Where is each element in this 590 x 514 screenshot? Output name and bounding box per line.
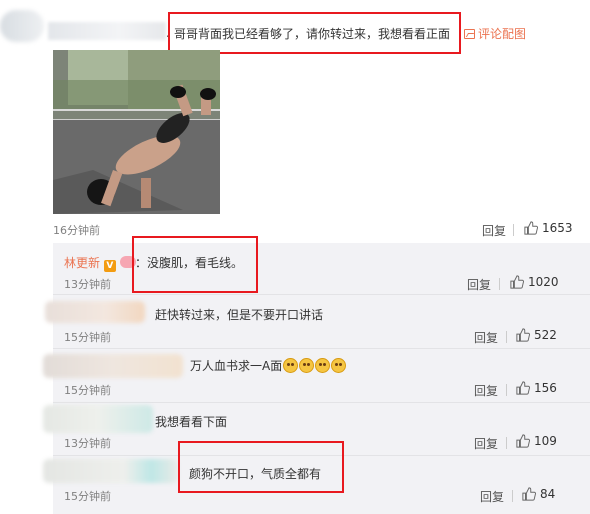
avatar[interactable] <box>0 10 44 42</box>
reply-text: 赶快转过来，但是不要开口讲话 <box>155 308 324 322</box>
divider <box>512 490 513 502</box>
like-button[interactable]: 522 <box>516 328 557 342</box>
reply-text: 万人血书求一A面 <box>190 357 347 374</box>
reply-text-label: 万人血书求一A面 <box>190 359 283 373</box>
divider <box>499 278 500 290</box>
thumbs-up-icon <box>516 328 530 342</box>
reply-time: 15分钟前 <box>64 490 111 503</box>
like-count: 84 <box>540 487 556 501</box>
reply-button[interactable]: 回复 <box>474 382 498 399</box>
main-like-button[interactable]: 1653 <box>524 221 573 235</box>
reply-button[interactable]: 回复 <box>474 435 498 452</box>
reply-time: 15分钟前 <box>64 384 111 397</box>
avatar[interactable] <box>43 459 178 483</box>
reply-text: 我想看看下面 <box>155 415 228 429</box>
like-button[interactable]: 84 <box>522 487 555 501</box>
like-button[interactable]: 1020 <box>510 275 559 289</box>
reply-time: 13分钟前 <box>64 278 111 291</box>
cat-emoji-icon <box>283 358 299 373</box>
highlight-box-main <box>168 12 461 54</box>
like-count: 1020 <box>528 275 559 289</box>
reply-button[interactable]: 回复 <box>467 276 491 293</box>
image-icon <box>464 29 475 39</box>
thumbs-up-icon <box>510 275 524 289</box>
like-count: 156 <box>534 381 557 395</box>
thumbs-up-icon <box>524 221 538 235</box>
highlight-box-reply-5 <box>178 441 344 493</box>
reply-button[interactable]: 回复 <box>474 329 498 346</box>
avatar[interactable] <box>43 354 183 378</box>
comment-picture-label: 评论配图 <box>478 27 527 41</box>
commenter-name-blurred[interactable] <box>48 22 166 40</box>
divider <box>506 331 507 343</box>
main-comment-time: 16分钟前 <box>53 224 100 237</box>
avatar[interactable] <box>45 301 145 323</box>
reply-time: 13分钟前 <box>64 437 111 450</box>
divider <box>53 294 590 295</box>
reply-time: 15分钟前 <box>64 331 111 344</box>
divider <box>506 384 507 396</box>
comment-photo[interactable] <box>53 50 220 214</box>
reply-user-label: 林更新 <box>64 256 101 270</box>
like-button[interactable]: 109 <box>516 434 557 448</box>
main-like-count: 1653 <box>542 221 573 235</box>
like-button[interactable]: 156 <box>516 381 557 395</box>
cat-emoji-icon <box>299 358 315 373</box>
divider <box>506 437 507 449</box>
thumbs-up-icon <box>522 487 536 501</box>
reply-button[interactable]: 回复 <box>480 488 504 505</box>
like-count: 109 <box>534 434 557 448</box>
verified-badge-icon: V <box>103 260 116 272</box>
divider <box>53 348 590 349</box>
thumbs-up-icon <box>516 434 530 448</box>
divider <box>53 402 590 403</box>
cat-emoji-icon <box>331 358 347 373</box>
highlight-box-reply-1 <box>132 236 258 293</box>
like-count: 522 <box>534 328 557 342</box>
comment-picture-link[interactable]: 评论配图 <box>464 25 526 42</box>
reply-user-name[interactable]: 林更新 V <box>64 254 136 272</box>
avatar[interactable] <box>43 405 153 433</box>
thumbs-up-icon <box>516 381 530 395</box>
main-reply-button[interactable]: 回复 <box>482 222 506 239</box>
cat-emoji-icon <box>315 358 331 373</box>
divider <box>513 224 514 236</box>
